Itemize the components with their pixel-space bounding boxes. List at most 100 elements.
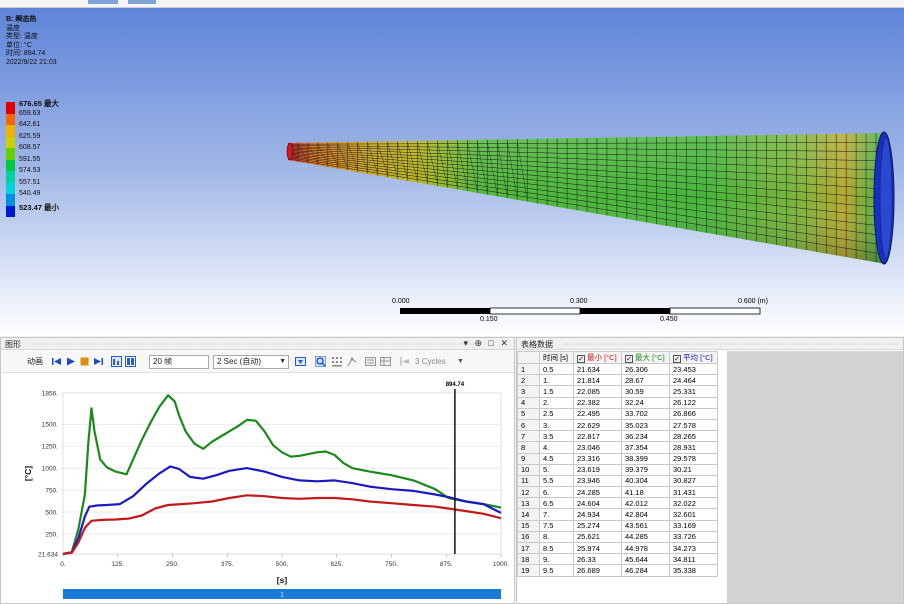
- time-cell[interactable]: 8.: [539, 530, 574, 544]
- min-cell[interactable]: 25.274: [573, 519, 622, 532]
- time-cell[interactable]: 6.: [539, 486, 574, 499]
- table-row[interactable]: 12 6. 24.285 41.18 31.431: [517, 486, 718, 499]
- max-cell[interactable]: 41.18: [621, 486, 670, 499]
- avg-column-header[interactable]: ✓ 平均 [°C]: [669, 351, 718, 364]
- table-row[interactable]: 9 4.5 23.316 38.399 29.578: [517, 452, 718, 465]
- avg-cell[interactable]: 34.273: [669, 541, 718, 555]
- max-cell[interactable]: 35.023: [621, 418, 670, 432]
- time-cell[interactable]: 6.5: [539, 497, 574, 510]
- table-row[interactable]: 14 7. 24.934 42.804 32.601: [517, 508, 718, 521]
- avg-cell[interactable]: 32.022: [669, 497, 718, 510]
- avg-cell[interactable]: 27.578: [669, 418, 718, 432]
- distributed-frames-icon[interactable]: [111, 356, 122, 367]
- avg-cell[interactable]: 28.265: [669, 430, 718, 443]
- export-video-icon[interactable]: [295, 356, 306, 367]
- table-row[interactable]: 6 3. 22.629 35.023 27.578: [517, 418, 718, 432]
- avg-cell[interactable]: 23.453: [669, 362, 718, 376]
- max-cell[interactable]: 28.67: [621, 374, 670, 387]
- max-cell[interactable]: 44.285: [621, 530, 670, 544]
- grid-icon[interactable]: [331, 356, 342, 367]
- max-cell[interactable]: 42.804: [621, 508, 670, 521]
- min-cell[interactable]: 22.495: [573, 407, 622, 420]
- drag-grip[interactable]: [563, 343, 899, 345]
- table-row[interactable]: 8 4. 23.046 37.354 28.931: [517, 441, 718, 454]
- time-cell[interactable]: 8.5: [539, 541, 574, 555]
- table-row[interactable]: 16 8. 25.621 44.285 33.726: [517, 530, 718, 544]
- table-row[interactable]: 19 9.5 26.689 46.284 35.338: [517, 564, 718, 577]
- 3d-viewport[interactable]: B: 瞬态热 温度 类型: 温度 单位: °C 时间: 894.74 2022/…: [0, 8, 904, 336]
- tab-marker[interactable]: [128, 0, 156, 4]
- max-cell[interactable]: 33.702: [621, 407, 670, 420]
- avg-cell[interactable]: 29.578: [669, 452, 718, 465]
- max-cell[interactable]: 46.284: [621, 564, 670, 577]
- time-cell[interactable]: 3.: [539, 418, 574, 432]
- avg-cell[interactable]: 28.931: [669, 441, 718, 454]
- min-cell[interactable]: 22.085: [573, 385, 622, 398]
- max-cell[interactable]: 45.644: [621, 553, 670, 566]
- checkbox-icon[interactable]: ✓: [673, 355, 681, 363]
- avg-cell[interactable]: 26.122: [669, 396, 718, 409]
- avg-cell[interactable]: 32.601: [669, 508, 718, 521]
- chart-options-icon[interactable]: [365, 356, 376, 367]
- avg-cell[interactable]: 33.169: [669, 519, 718, 532]
- min-cell[interactable]: 23.619: [573, 463, 622, 476]
- time-cell[interactable]: 0.5: [539, 362, 574, 376]
- avg-cell[interactable]: 30.827: [669, 474, 718, 488]
- time-cell[interactable]: 4.5: [539, 452, 574, 465]
- drag-grip[interactable]: [31, 343, 474, 345]
- max-cell[interactable]: 44.978: [621, 541, 670, 555]
- max-cell[interactable]: 32.24: [621, 396, 670, 409]
- time-cell[interactable]: 5.: [539, 463, 574, 476]
- max-cell[interactable]: 38.399: [621, 452, 670, 465]
- min-cell[interactable]: 21.634: [573, 362, 622, 376]
- table-options-icon[interactable]: [380, 356, 391, 367]
- checkbox-icon[interactable]: ✓: [577, 355, 585, 363]
- cycles-icon[interactable]: [399, 356, 410, 367]
- min-cell[interactable]: 24.285: [573, 486, 622, 499]
- min-cell[interactable]: 22.817: [573, 430, 622, 443]
- table-row[interactable]: 5 2.5 22.495 33.702 26.866: [517, 407, 718, 420]
- max-cell[interactable]: 36.234: [621, 430, 670, 443]
- tab-marker[interactable]: [88, 0, 118, 4]
- table-row[interactable]: 11 5.5 23.946 40.304 30.827: [517, 474, 718, 488]
- avg-cell[interactable]: 35.338: [669, 564, 718, 577]
- panel-controls[interactable]: ▾ ⊕ □ ✕: [463, 338, 510, 349]
- checkbox-icon[interactable]: ✓: [625, 355, 633, 363]
- temperature-chart[interactable]: 21.634 250. 500. 750. 1000. 1250. 1500. 1856. 0.…: [1, 374, 514, 604]
- time-cell[interactable]: 9.: [539, 553, 574, 566]
- speed-select[interactable]: 2 Sec (自动) ▼: [213, 355, 289, 369]
- time-cell[interactable]: 1.5: [539, 385, 574, 398]
- max-cell[interactable]: 39.379: [621, 463, 670, 476]
- table-row[interactable]: 15 7.5 25.274 43.561 33.169: [517, 519, 718, 532]
- probe-icon[interactable]: [347, 356, 358, 367]
- max-column-header[interactable]: ✓ 最大 [°C]: [621, 351, 670, 364]
- avg-cell[interactable]: 34.811: [669, 553, 718, 566]
- min-cell[interactable]: 24.934: [573, 508, 622, 521]
- time-cell[interactable]: 1.: [539, 374, 574, 387]
- zoom-fit-icon[interactable]: [315, 356, 326, 367]
- avg-cell[interactable]: 33.726: [669, 530, 718, 544]
- avg-cell[interactable]: 30.21: [669, 463, 718, 476]
- min-cell[interactable]: 24.604: [573, 497, 622, 510]
- result-sets-icon[interactable]: [125, 356, 136, 367]
- first-frame-icon[interactable]: [51, 356, 62, 367]
- min-cell[interactable]: 23.316: [573, 452, 622, 465]
- min-cell[interactable]: 23.946: [573, 474, 622, 488]
- table-row[interactable]: 2 1. 21.814 28.67 24.464: [517, 374, 718, 387]
- plot-area[interactable]: [62, 392, 502, 555]
- time-cell[interactable]: 5.5: [539, 474, 574, 488]
- table-row[interactable]: 3 1.5 22.085 30.59 25.331: [517, 385, 718, 398]
- max-cell[interactable]: 40.304: [621, 474, 670, 488]
- min-cell[interactable]: 25.974: [573, 541, 622, 555]
- min-cell[interactable]: 22.382: [573, 396, 622, 409]
- table-row[interactable]: 4 2. 22.382 32.24 26.122: [517, 396, 718, 409]
- time-cell[interactable]: 4.: [539, 441, 574, 454]
- max-cell[interactable]: 30.59: [621, 385, 670, 398]
- time-cell[interactable]: 9.5: [539, 564, 574, 577]
- table-row[interactable]: 18 9. 26.33 45.644 34.811: [517, 553, 718, 566]
- time-cell[interactable]: 3.5: [539, 430, 574, 443]
- table-row[interactable]: 7 3.5 22.817 36.234 28.265: [517, 430, 718, 443]
- cone-model[interactable]: [0, 8, 904, 336]
- last-frame-icon[interactable]: [93, 356, 104, 367]
- play-icon[interactable]: [65, 356, 76, 367]
